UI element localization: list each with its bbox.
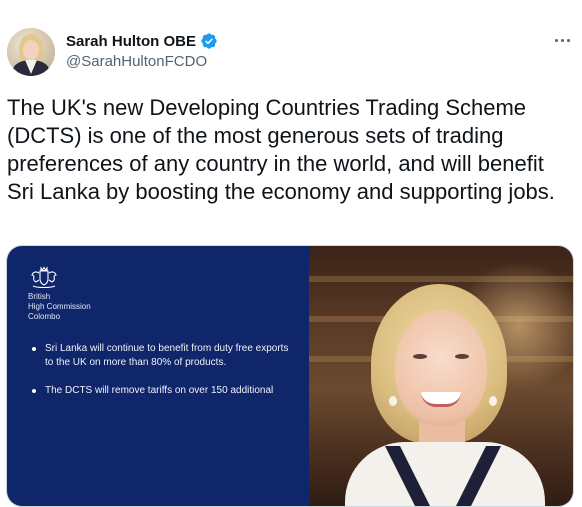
author-avatar[interactable] [7, 28, 55, 76]
bullet-item: Sri Lanka will continue to benefit from … [31, 342, 291, 370]
tweet-header: Sarah Hulton OBE @SarahHultonFCDO [0, 0, 582, 90]
portrait-photo [309, 246, 573, 506]
royal-crest-icon [31, 266, 57, 289]
organization-line: Colombo [28, 312, 61, 321]
verified-badge-icon [201, 33, 217, 49]
author-handle[interactable]: @SarahHultonFCDO [66, 53, 207, 70]
author-display-name[interactable]: Sarah Hulton OBE [66, 33, 196, 50]
tweet-text: The UK's new Developing Countries Tradin… [7, 95, 555, 204]
bullet-item: The DCTS will remove tariffs on over 150… [31, 384, 291, 398]
info-panel: British High Commission Colombo Sri Lank… [7, 246, 309, 506]
more-options-icon[interactable] [548, 30, 576, 50]
author-name-row[interactable]: Sarah Hulton OBE [66, 31, 218, 51]
organization-name: British High Commission Colombo [28, 292, 91, 322]
info-bullets: Sri Lanka will continue to benefit from … [31, 342, 291, 412]
tweet-media[interactable]: British High Commission Colombo Sri Lank… [6, 245, 574, 507]
organization-line: High Commission [28, 302, 91, 311]
organization-line: British [28, 292, 51, 301]
